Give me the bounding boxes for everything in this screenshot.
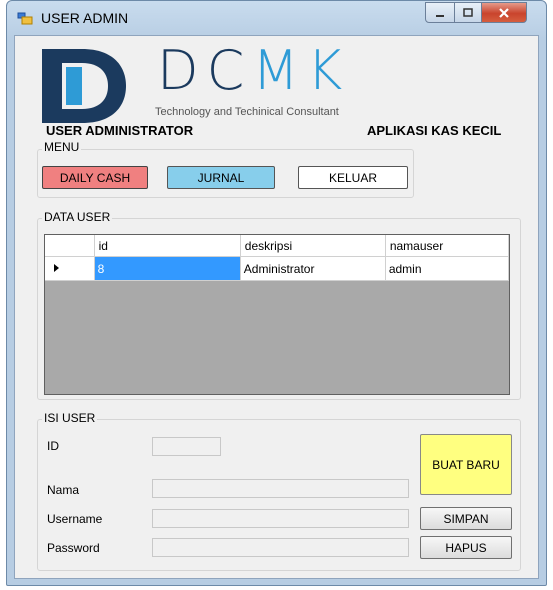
nama-field[interactable] xyxy=(152,479,409,498)
password-label: Password xyxy=(47,541,100,555)
window-title: USER ADMIN xyxy=(41,10,129,26)
brand-name-dark: DC xyxy=(157,39,253,102)
current-row-arrow-icon xyxy=(54,263,59,272)
cell-id[interactable]: 8 xyxy=(94,256,241,281)
cell-namauser[interactable]: admin xyxy=(385,256,510,281)
close-button[interactable] xyxy=(481,2,527,23)
menu-group-label: MENU xyxy=(42,140,82,154)
maximize-button[interactable] xyxy=(454,2,482,23)
brand-tagline: Technology and Techinical Consultant xyxy=(155,106,339,118)
simpan-button[interactable]: SIMPAN xyxy=(420,507,512,530)
daily-cash-button[interactable]: DAILY CASH xyxy=(42,166,148,189)
minimize-button[interactable] xyxy=(425,2,455,23)
column-header-id[interactable]: id xyxy=(94,235,241,257)
buat-baru-button[interactable]: BUAT BARU xyxy=(420,434,512,495)
app-window: USER ADMIN DCMK Technology and Techinica… xyxy=(6,0,547,586)
hapus-button[interactable]: HAPUS xyxy=(420,536,512,559)
password-field[interactable] xyxy=(152,538,409,557)
id-field[interactable] xyxy=(152,437,221,456)
isi-user-group-label: ISI USER xyxy=(42,411,98,425)
jurnal-button[interactable]: JURNAL xyxy=(167,166,275,189)
brand-logo-text: DCMK xyxy=(157,44,350,98)
page-title: USER ADMINISTRATOR xyxy=(46,123,194,138)
form-client-area: DCMK Technology and Techinical Consultan… xyxy=(14,35,539,579)
cell-deskripsi[interactable]: Administrator xyxy=(240,256,386,281)
table-row[interactable]: 8 Administrator admin xyxy=(45,256,510,281)
maximize-icon xyxy=(463,7,473,17)
minimize-icon xyxy=(436,14,444,17)
grid-header-row: id deskripsi namauser xyxy=(45,235,510,257)
id-label: ID xyxy=(47,439,59,453)
nama-label: Nama xyxy=(47,483,80,497)
username-label: Username xyxy=(47,512,103,526)
brand-name-light: MK xyxy=(252,39,351,102)
column-header-deskripsi[interactable]: deskripsi xyxy=(240,235,386,257)
username-field[interactable] xyxy=(152,509,409,528)
dcmk-d-logo-icon xyxy=(42,49,126,123)
user-data-grid[interactable]: id deskripsi namauser 8 Administrator ad… xyxy=(44,234,510,395)
column-header-namauser[interactable]: namauser xyxy=(385,235,510,257)
data-user-group-label: DATA USER xyxy=(42,210,113,224)
app-name-label: APLIKASI KAS KECIL xyxy=(367,123,502,138)
close-icon xyxy=(499,7,509,18)
keluar-button[interactable]: KELUAR xyxy=(298,166,408,189)
title-bar[interactable]: USER ADMIN xyxy=(7,1,546,35)
window-app-icon xyxy=(17,11,33,25)
row-selector[interactable] xyxy=(45,256,95,281)
row-header-corner xyxy=(45,235,95,257)
